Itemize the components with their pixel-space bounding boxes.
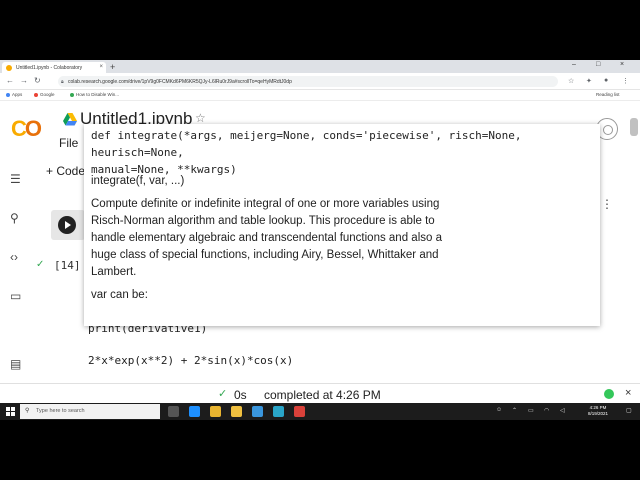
reload-icon[interactable]: ↻ xyxy=(34,76,41,85)
close-status-icon[interactable]: × xyxy=(625,387,631,399)
lock-icon: 🔒︎ xyxy=(61,79,64,85)
taskbar-search[interactable]: ⚲ Type here to search xyxy=(20,404,160,419)
bookmark-apps[interactable]: Apps xyxy=(6,92,22,97)
back-icon[interactable]: ← xyxy=(6,76,14,85)
star-icon[interactable]: ☆ xyxy=(195,111,206,125)
exec-success-icon: ✓ xyxy=(36,259,45,270)
bookmarks-bar: Apps Google How to Disable Win... Readin… xyxy=(0,90,640,101)
close-window-button[interactable]: × xyxy=(620,61,624,68)
drive-icon[interactable] xyxy=(63,113,77,126)
colab-logo[interactable]: CO xyxy=(11,116,42,142)
tab-title: Untitled1.ipynb - Colaboratory xyxy=(16,65,83,71)
maximize-button[interactable]: □ xyxy=(596,61,600,68)
status-completed: completed at 4:26 PM xyxy=(264,388,381,402)
forward-icon[interactable]: → xyxy=(20,76,28,85)
task-view-icon[interactable] xyxy=(168,406,179,417)
table-of-contents-icon[interactable]: ☰ xyxy=(10,172,21,186)
chrome-icon[interactable] xyxy=(210,406,221,417)
terminal-icon[interactable]: ▤ xyxy=(10,357,21,371)
url-text: colab.research.google.com/drive/1pV9g0FC… xyxy=(68,79,292,85)
app-icon[interactable] xyxy=(273,406,284,417)
files-icon[interactable]: ▭ xyxy=(10,289,21,303)
address-bar: ← → ↻ 🔒︎ colab.research.google.com/drive… xyxy=(0,73,640,90)
more-icon[interactable]: ⋮ xyxy=(601,197,613,211)
docstring-var: var can be: xyxy=(91,289,148,301)
code-snippets-icon[interactable]: ‹› xyxy=(10,250,18,264)
status-check-icon: ✓ xyxy=(218,388,228,400)
browser-tab[interactable]: Untitled1.ipynb - Colaboratory × xyxy=(2,62,106,73)
docstring-tooltip: def integrate(*args, meijerg=None, conds… xyxy=(84,124,600,326)
user-tray-icon[interactable]: ☺ xyxy=(496,407,502,413)
status-bar: ✓ 0s completed at 4:26 PM × xyxy=(0,383,640,403)
network-icon[interactable]: ▭ xyxy=(528,407,534,414)
minimize-button[interactable]: – xyxy=(572,61,576,68)
bookmark-how-to[interactable]: How to Disable Win... xyxy=(70,92,119,97)
profile-icon[interactable]: ● xyxy=(604,77,608,84)
docstring-title: integrate(f, var, ...) xyxy=(91,175,185,187)
media-app-icon[interactable] xyxy=(294,406,305,417)
execution-count: [14] xyxy=(54,259,81,272)
bookmark-google[interactable]: Google xyxy=(34,92,55,97)
reading-list[interactable]: Reading list xyxy=(596,92,620,97)
docstring-body: Compute definite or indefinite integral … xyxy=(91,198,442,278)
page-icon xyxy=(70,92,74,97)
scrollbar[interactable] xyxy=(630,118,638,136)
taskbar-search-placeholder: Type here to search xyxy=(36,408,85,414)
bookmark-star-icon[interactable]: ☆ xyxy=(568,77,574,85)
google-icon xyxy=(34,92,38,97)
status-duration: 0s xyxy=(234,388,247,402)
run-cell-button[interactable] xyxy=(51,210,85,240)
url-field[interactable]: 🔒︎ colab.research.google.com/drive/1pV9g… xyxy=(58,76,558,87)
edge-icon[interactable] xyxy=(189,406,200,417)
notifications-icon[interactable]: ▢ xyxy=(626,407,632,414)
store-icon[interactable] xyxy=(252,406,263,417)
search-icon: ⚲ xyxy=(25,408,30,414)
volume-icon[interactable]: ◁ xyxy=(560,407,565,414)
screen: Untitled1.ipynb - Colaboratory × + – □ ×… xyxy=(0,60,640,420)
play-icon xyxy=(58,216,76,234)
colab-favicon-icon xyxy=(6,65,12,71)
connection-status-icon xyxy=(604,389,614,399)
taskbar: ⚲ Type here to search ☺ ⌃ ▭ ◠ ◁ 4:26 PM … xyxy=(0,403,640,420)
file-explorer-icon[interactable] xyxy=(231,406,242,417)
new-tab-button[interactable]: + xyxy=(110,62,115,72)
cell-output: 2*x*exp(x**2) + 2*sin(x)*cos(x) xyxy=(88,354,294,367)
menu-file[interactable]: File xyxy=(59,136,78,150)
search-icon[interactable]: ⚲ xyxy=(10,211,19,225)
function-signature: def integrate(*args, meijerg=None, conds… xyxy=(91,129,522,176)
clock-date: 8/19/2021 xyxy=(588,411,609,416)
apps-icon xyxy=(6,92,10,97)
tray-up-icon[interactable]: ⌃ xyxy=(512,407,517,414)
wifi-icon[interactable]: ◠ xyxy=(544,407,549,414)
browser-menu-icon[interactable]: ⋮ xyxy=(622,77,629,85)
extensions-icon[interactable]: ✦ xyxy=(586,77,592,85)
taskbar-clock[interactable]: 4:26 PM 8/19/2021 xyxy=(588,405,608,417)
tab-close-icon[interactable]: × xyxy=(99,64,103,70)
windows-start-icon[interactable] xyxy=(6,407,15,416)
tab-strip: Untitled1.ipynb - Colaboratory × + – □ × xyxy=(0,60,640,73)
add-code-button[interactable]: + Code xyxy=(46,164,85,178)
